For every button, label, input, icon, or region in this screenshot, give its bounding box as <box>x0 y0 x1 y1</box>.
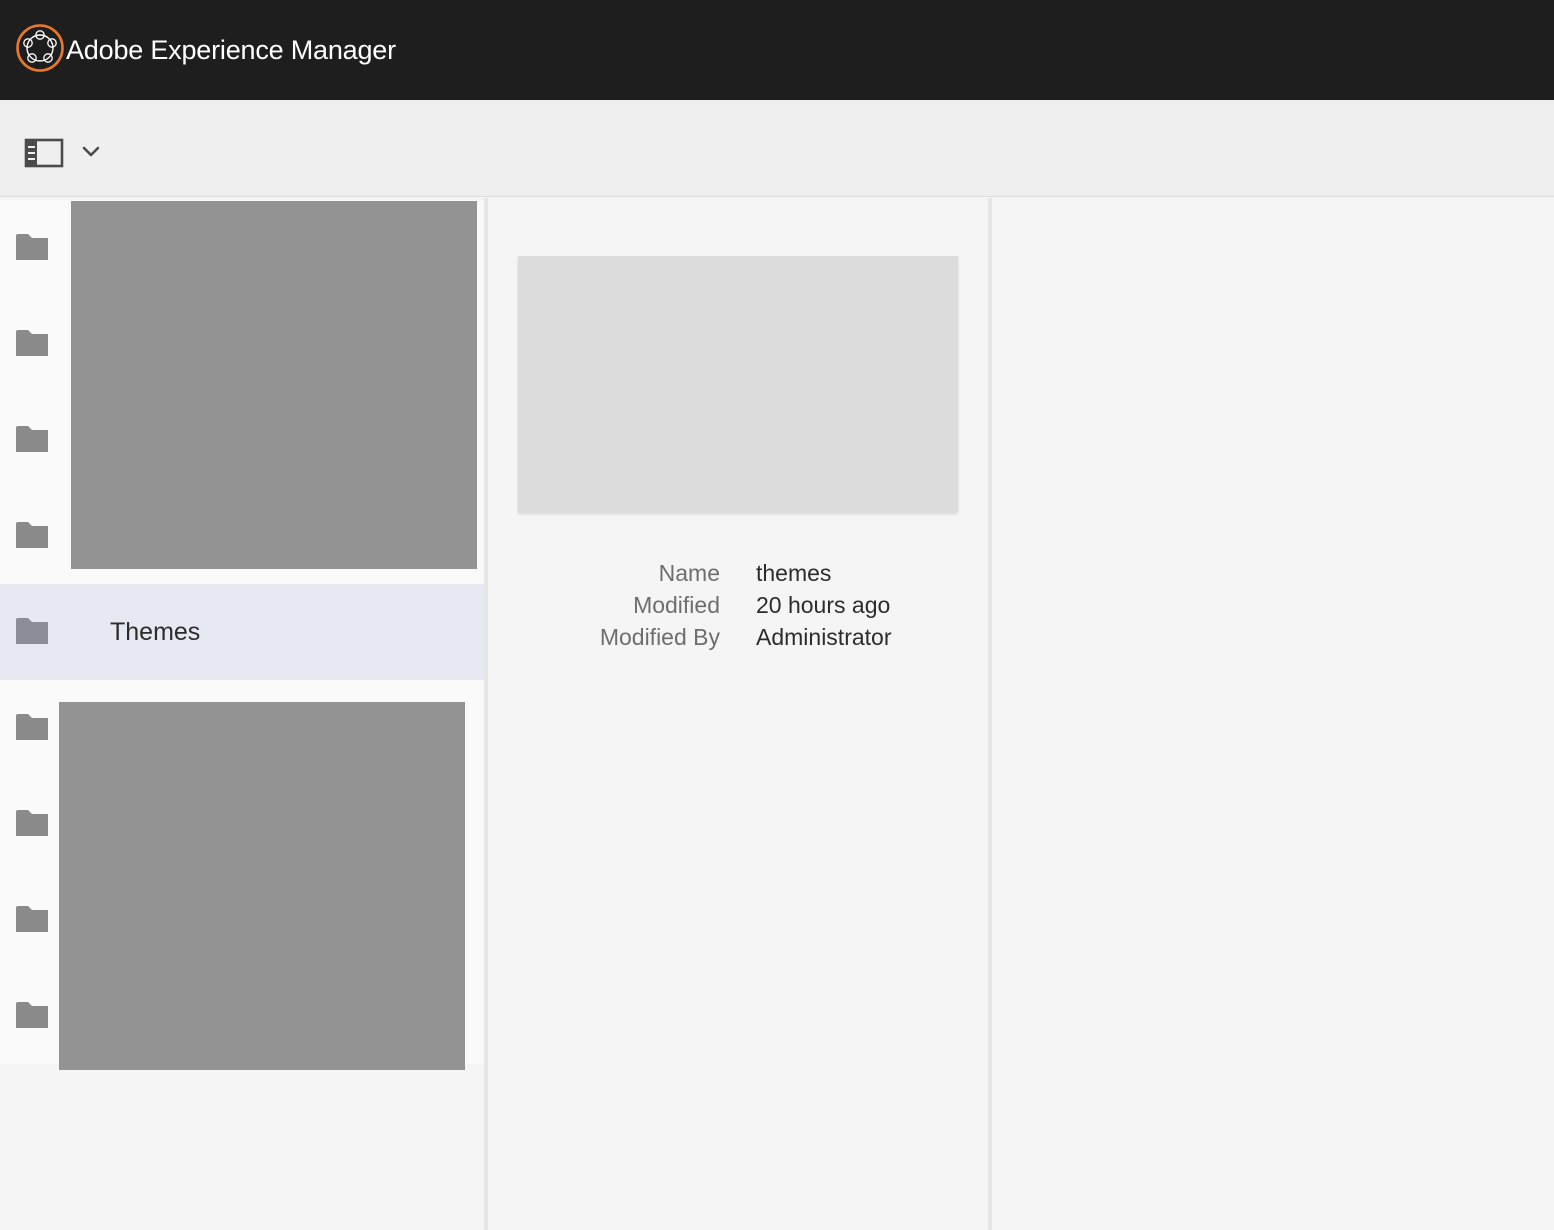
folder-icon <box>16 426 48 452</box>
action-toolbar <box>0 100 1554 197</box>
chevron-down-icon[interactable] <box>80 142 102 162</box>
folder-icon <box>16 522 48 548</box>
preview-thumbnail <box>518 256 958 512</box>
folder-icon <box>16 906 48 932</box>
metadata-key: Modified <box>633 592 720 618</box>
rail-toggle-icon[interactable] <box>24 137 64 169</box>
metadata-value: themes <box>756 560 832 586</box>
metadata-key: Name <box>658 560 720 586</box>
redacted-block <box>71 201 477 569</box>
metadata-list: Name themes Modified 20 hours ago Modifi… <box>488 560 988 656</box>
redacted-block <box>59 702 465 1070</box>
metadata-row-modified-by: Modified By Administrator <box>488 624 988 656</box>
column-preview: Name themes Modified 20 hours ago Modifi… <box>488 198 988 1230</box>
folder-icon <box>16 714 48 740</box>
folder-icon <box>16 618 48 644</box>
metadata-key: Modified By <box>599 624 720 650</box>
folder-icon <box>16 1002 48 1028</box>
metadata-value: 20 hours ago <box>756 592 891 618</box>
folder-icon <box>16 330 48 356</box>
metadata-row-modified: Modified 20 hours ago <box>488 592 988 624</box>
folder-icon <box>16 234 48 260</box>
app-title[interactable]: Adobe Experience Manager <box>66 30 396 70</box>
list-item-label: Themes <box>110 618 201 646</box>
metadata-value: Administrator <box>756 624 892 650</box>
column-empty <box>992 198 1554 1230</box>
metadata-row-name: Name themes <box>488 560 988 592</box>
aem-logo-icon[interactable] <box>16 24 64 72</box>
column-view-first: Themes <box>0 198 484 1230</box>
shell-header: Adobe Experience Manager <box>0 0 1554 100</box>
folder-icon <box>16 810 48 836</box>
list-item-selected[interactable]: Themes <box>0 584 484 680</box>
